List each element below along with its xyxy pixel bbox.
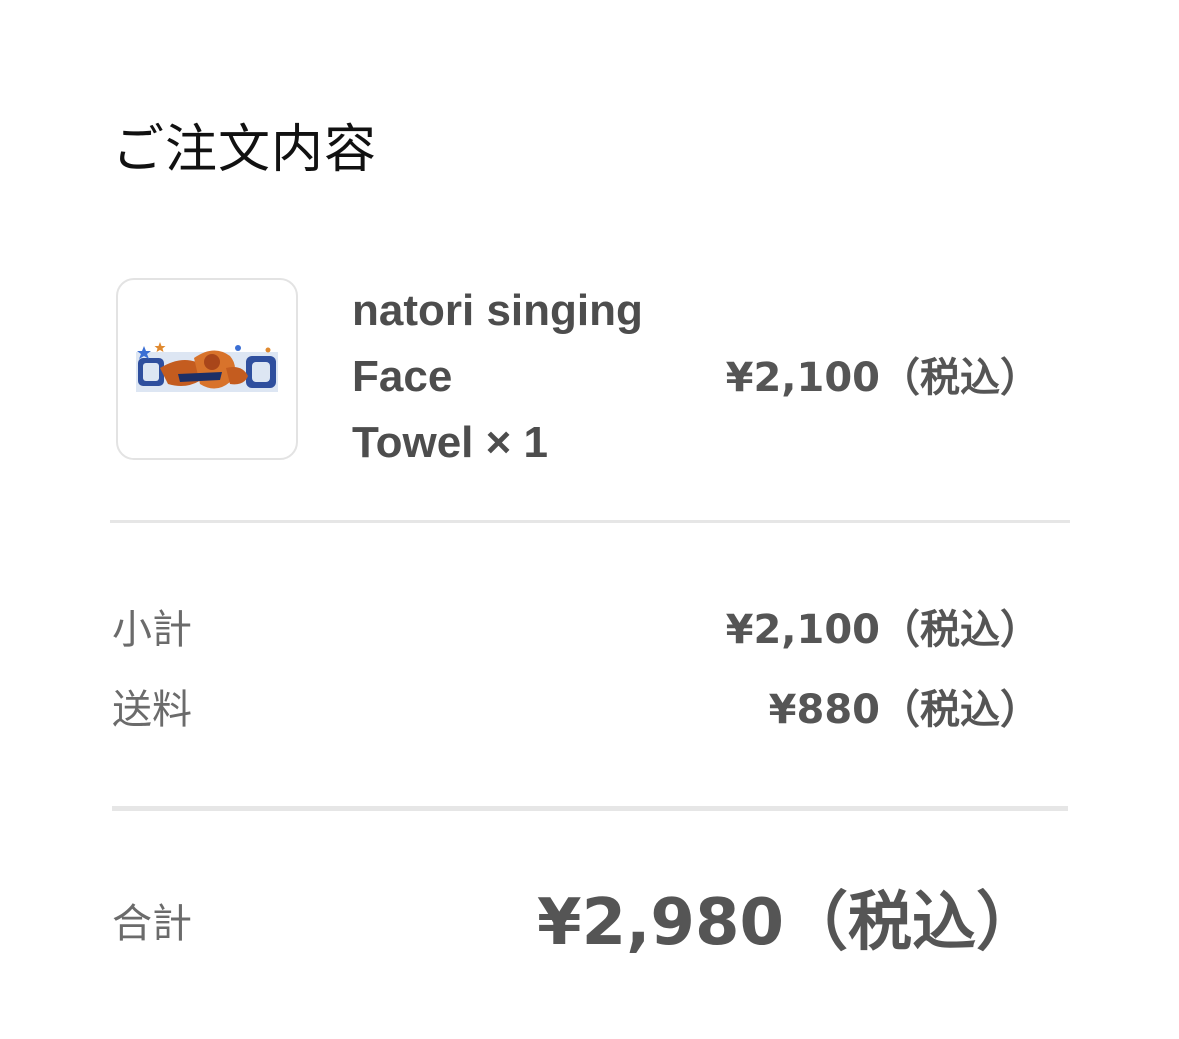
product-name[interactable]: natori singing Face Towel × 1	[352, 278, 692, 476]
face-towel-product-image	[134, 338, 280, 400]
summary-divider	[112, 806, 1068, 811]
shipping-label: 送料	[112, 687, 192, 733]
total-row: 合計 ¥2,980（税込）	[112, 880, 1040, 966]
item-price: ¥2,100（税込）	[725, 355, 1040, 401]
item-divider	[110, 520, 1070, 523]
product-thumbnail[interactable]	[116, 278, 298, 460]
total-value: ¥2,980（税込）	[537, 886, 1040, 960]
shipping-row: 送料 ¥880（税込）	[112, 680, 1040, 740]
subtotal-value: ¥2,100（税込）	[725, 607, 1040, 653]
product-name-line: natori singing	[352, 286, 643, 335]
page-title: ご注文内容	[112, 120, 378, 180]
shipping-value: ¥880（税込）	[768, 687, 1040, 733]
product-name-line: Face	[352, 352, 453, 401]
subtotal-row: 小計 ¥2,100（税込）	[112, 600, 1040, 660]
product-name-line: Towel × 1	[352, 418, 549, 467]
order-item-row: natori singing Face Towel × 1 ¥2,100（税込）	[110, 278, 1070, 468]
total-label: 合計	[112, 901, 192, 947]
subtotal-label: 小計	[112, 607, 192, 653]
